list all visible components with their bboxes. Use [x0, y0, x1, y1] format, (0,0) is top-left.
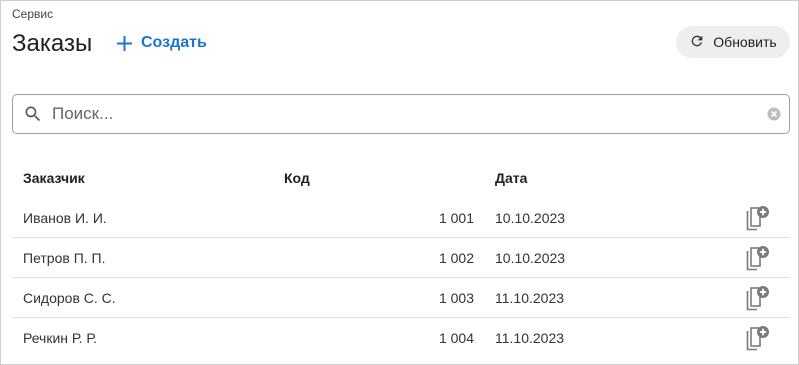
column-header-date[interactable]: Дата — [495, 170, 527, 186]
table-row[interactable]: Петров П. П. 1 002 10.10.2023 — [12, 238, 790, 278]
refresh-button-label: Обновить — [713, 34, 777, 50]
copy-add-icon[interactable] — [746, 325, 770, 354]
table-body: Иванов И. И. 1 001 10.10.2023 Петров П. … — [12, 198, 790, 358]
cell-date: 10.10.2023 — [495, 210, 566, 226]
table-row[interactable]: Иванов И. И. 1 001 10.10.2023 — [12, 198, 790, 238]
cell-customer: Сидоров С. С. — [23, 290, 116, 306]
cell-date: 10.10.2023 — [495, 250, 566, 266]
cell-customer: Речкин Р. Р. — [23, 330, 97, 346]
create-button[interactable]: Создать — [117, 29, 207, 57]
table-row[interactable]: Сидоров С. С. 1 003 11.10.2023 — [12, 278, 790, 318]
cell-code: 1 003 — [438, 290, 474, 306]
cell-code: 1 002 — [438, 250, 474, 266]
refresh-icon — [689, 33, 705, 52]
breadcrumb[interactable]: Сервис — [12, 7, 53, 21]
search-box — [12, 94, 790, 134]
search-icon — [23, 104, 43, 129]
cell-code: 1 001 — [438, 210, 474, 226]
column-header-customer[interactable]: Заказчик — [23, 170, 85, 186]
refresh-button[interactable]: Обновить — [676, 26, 790, 58]
copy-add-icon[interactable] — [746, 285, 770, 314]
clear-search-icon[interactable] — [767, 107, 781, 126]
page-title: Заказы — [12, 30, 93, 57]
cell-date: 11.10.2023 — [495, 330, 565, 346]
cell-customer: Иванов И. И. — [23, 210, 107, 226]
copy-add-icon[interactable] — [746, 245, 770, 274]
orders-panel: Сервис Заказы Создать Обновить Поиск... … — [0, 0, 799, 365]
cell-code: 1 004 — [438, 330, 474, 346]
create-button-label: Создать — [141, 34, 207, 51]
column-header-code[interactable]: Код — [284, 170, 310, 186]
plus-icon — [117, 35, 132, 51]
table-header: Заказчик Код Дата — [12, 161, 790, 193]
cell-date: 11.10.2023 — [495, 290, 565, 306]
search-input[interactable] — [52, 101, 752, 127]
table-row[interactable]: Речкин Р. Р. 1 004 11.10.2023 — [12, 318, 790, 358]
copy-add-icon[interactable] — [746, 205, 770, 234]
cell-customer: Петров П. П. — [23, 250, 106, 266]
